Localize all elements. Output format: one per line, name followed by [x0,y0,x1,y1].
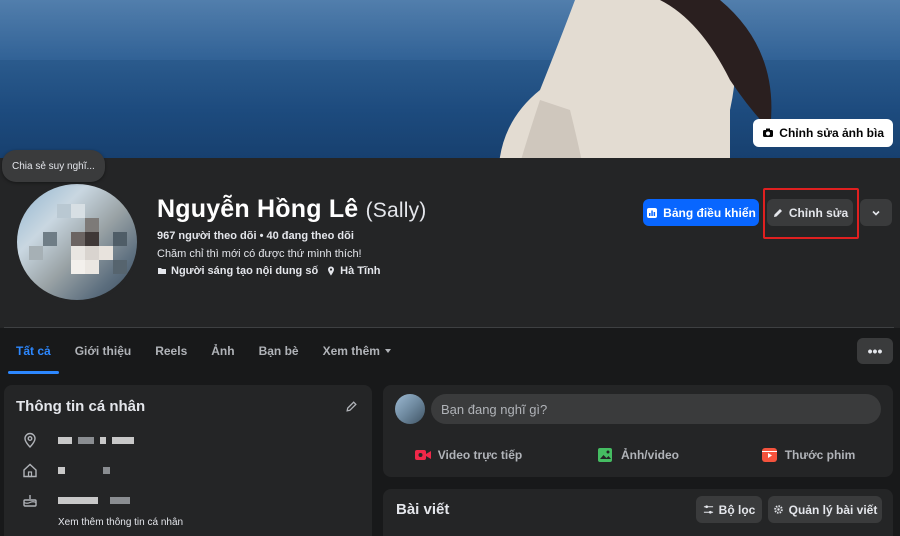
photo-video-button[interactable]: Ảnh/video [553,441,723,469]
camera-icon [763,128,774,137]
reel-icon [761,448,777,462]
reel-label: Thước phim [784,448,856,462]
reel-button[interactable]: Thước phim [723,441,893,469]
tab-label: Ảnh [211,344,235,358]
dashboard-label: Bảng điều khiển [663,205,756,220]
profile-name: Nguyễn Hồng Lê (Sally) [157,195,426,224]
tab-label: Bạn bè [258,344,299,358]
cover-photo[interactable]: Chỉnh sửa ảnh bìa [0,0,900,158]
redacted-birthday [58,491,136,509]
edit-cover-button[interactable]: Chỉnh sửa ảnh bìa [753,119,893,147]
intro-card: Thông tin cá nhân Xem thêm thông tin cá … [4,385,372,536]
tab-all[interactable]: Tất cả [4,328,63,374]
chevron-down-icon [872,210,880,216]
avatar-pixel [43,232,57,246]
manage-posts-label: Quản lý bài viết [788,502,878,517]
composer-actions: Video trực tiếp Ảnh/video Thước phim [383,441,893,469]
avatar-pixel [85,246,99,260]
redacted-location [58,431,140,449]
tab-label: Giới thiệu [74,344,132,358]
live-video-button[interactable]: Video trực tiếp [383,441,553,469]
live-video-label: Video trực tiếp [437,448,523,462]
location-pin-icon [24,432,36,448]
creator-item: Người sáng tạo nội dung số [157,265,318,277]
bar-chart-icon [647,207,658,218]
tab-about[interactable]: Giới thiệu [63,328,144,374]
tab-photos[interactable]: Ảnh [199,328,246,374]
avatar-pixel [113,232,127,246]
avatar-pixel [29,246,43,260]
tab-reels[interactable]: Reels [143,328,199,374]
avatar[interactable] [14,181,140,303]
followers-count[interactable]: 967 người theo dõi • 40 đang theo dõi [157,230,354,242]
edit-profile-label: Chỉnh sửa [788,205,849,220]
tab-label: Tất cả [16,344,51,358]
birthday-cake-icon [23,495,37,507]
photo-icon [597,448,612,462]
profile-bio: Chăm chỉ thì mới có được thứ mình thích! [157,248,362,260]
info-row-location [22,431,140,449]
profile-more-button[interactable] [860,199,892,226]
edit-intro-icon[interactable] [345,400,358,413]
pencil-icon [773,208,782,217]
filter-label: Bộ lọc [718,502,756,517]
filter-button[interactable]: Bộ lọc [696,496,762,523]
edit-profile-button[interactable]: Chỉnh sửa [767,199,853,226]
caret-down-icon [384,349,391,353]
posts-card: Bài viết Bộ lọc Quản lý bài viết [383,489,893,536]
intro-title: Thông tin cá nhân [16,398,146,415]
location-pin-icon [328,266,335,276]
edit-cover-label: Chỉnh sửa ảnh bìa [779,126,884,140]
avatar-pixel [71,260,85,274]
profile-meta: Người sáng tạo nội dung số Hà Tĩnh [157,265,381,277]
manage-posts-button[interactable]: Quản lý bài viết [768,496,882,523]
see-more-info-link[interactable]: Xem thêm thông tin cá nhân [58,517,183,528]
avatar-pixel [99,246,113,260]
avatar-pixel [85,218,99,232]
profile-tabs: Tất cả Giới thiệu Reels Ảnh Bạn bè Xem t… [4,328,894,374]
location-item: Hà Tĩnh [326,265,381,277]
avatar-pixel [57,204,71,218]
avatar-pixel [113,260,127,274]
avatar-pixel [85,260,99,274]
folder-icon [158,268,166,274]
share-thought-bubble[interactable]: Chia sẻ suy nghĩ... [2,150,105,182]
avatar-pixel [71,232,85,246]
photo-video-label: Ảnh/video [620,448,679,462]
profile-nickname: (Sally) [365,199,427,222]
dashboard-button[interactable]: Bảng điều khiển [643,199,759,226]
tabs-more-button[interactable]: ••• [857,338,893,364]
tab-friends[interactable]: Bạn bè [247,328,311,374]
filter-icon [703,505,713,514]
avatar-pixel [71,204,85,218]
gear-icon [773,505,783,514]
composer-input[interactable]: Bạn đang nghĩ gì? [431,394,881,424]
composer-avatar[interactable] [395,394,425,424]
creator-label: Người sáng tạo nội dung số [171,265,319,277]
avatar-pixel [71,246,85,260]
tab-label: Xem thêm [322,344,380,358]
info-row-birthday [22,491,136,509]
tab-label: Reels [155,344,188,358]
live-video-icon [414,450,431,460]
profile-full-name: Nguyễn Hồng Lê [157,195,359,223]
info-row-home [22,461,116,479]
posts-title: Bài viết [396,501,450,518]
avatar-pixel [85,232,99,246]
location-label: Hà Tĩnh [340,265,381,277]
home-icon [23,463,37,478]
post-composer-card: Bạn đang nghĩ gì? Video trực tiếp Ảnh/vi… [383,385,893,477]
tab-see-more[interactable]: Xem thêm [311,328,404,374]
redacted-home [58,461,116,479]
